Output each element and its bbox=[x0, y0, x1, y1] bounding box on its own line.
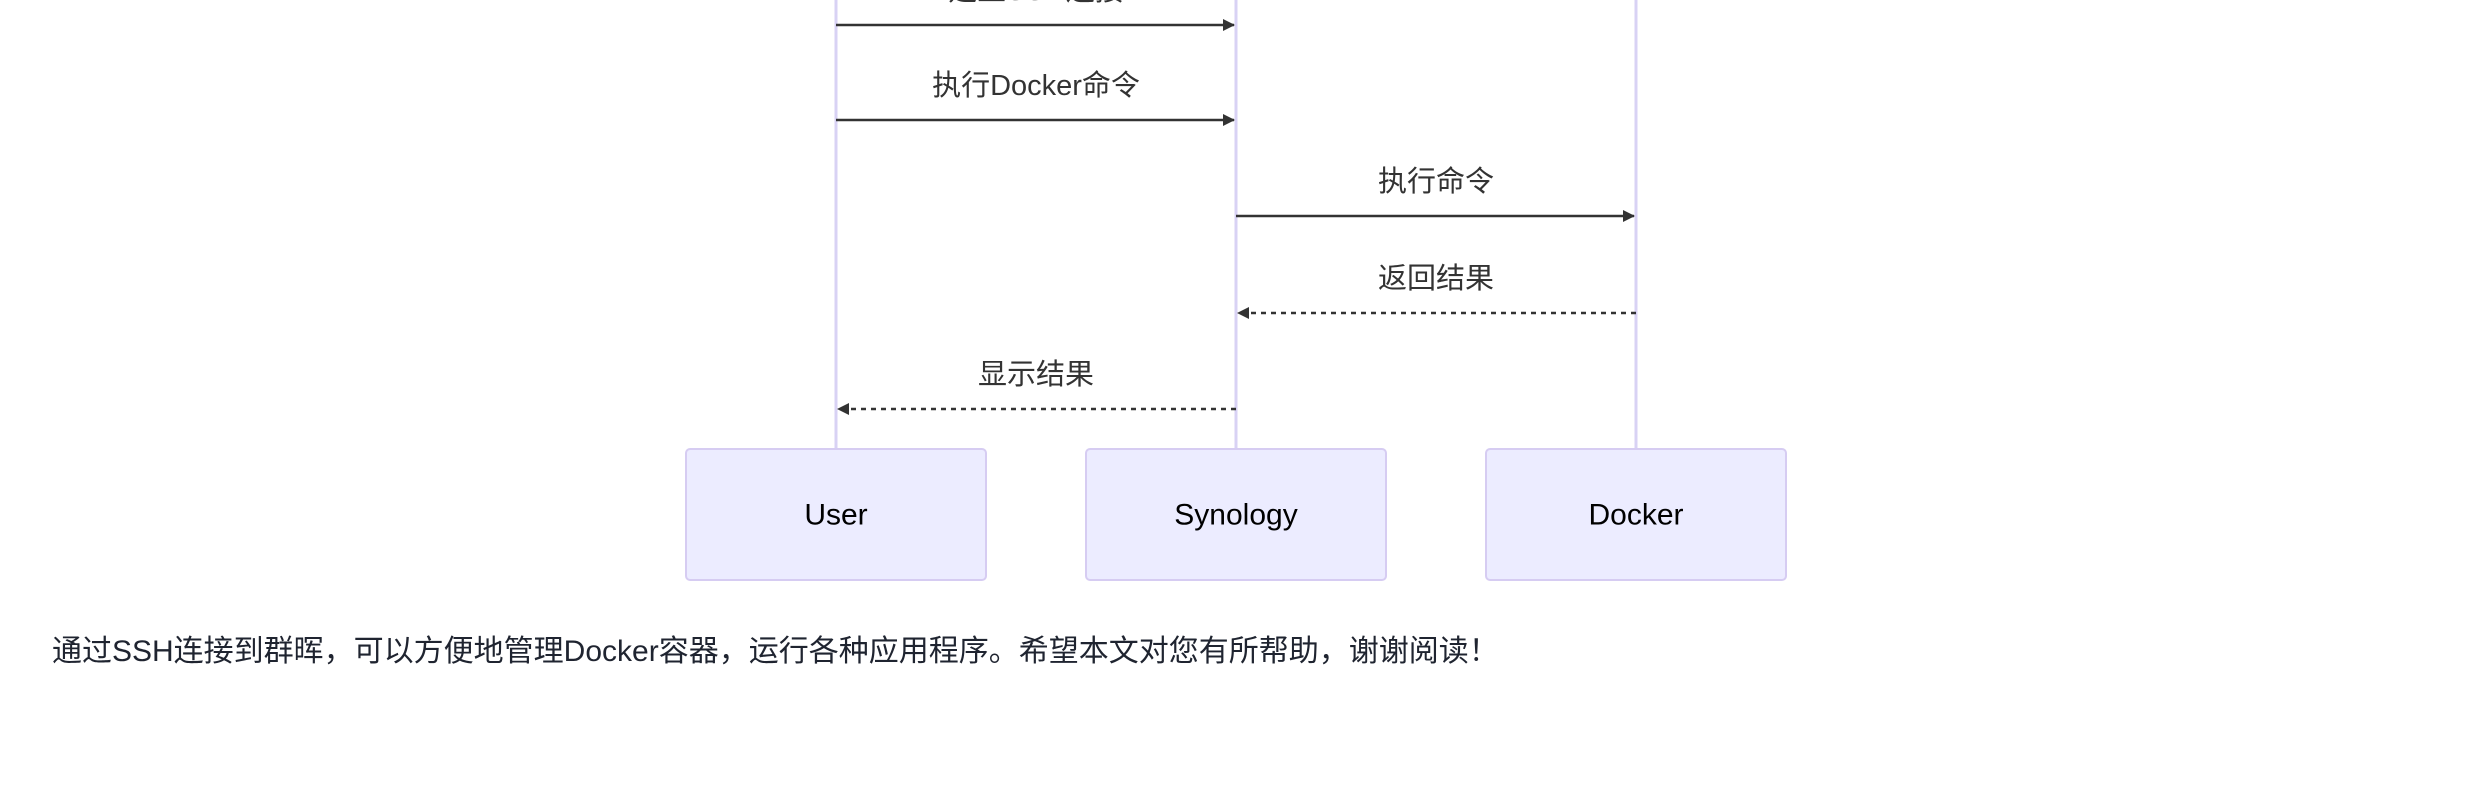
actor-label-synology: Synology bbox=[1174, 499, 1297, 532]
sequence-diagram: 建立SSH连接执行Docker命令执行命令返回结果显示结果 User Synolo… bbox=[685, 0, 1787, 581]
message-label: 显示结果 bbox=[978, 358, 1094, 391]
message-label: 建立SSH连接 bbox=[948, 0, 1124, 7]
actor-label-user: User bbox=[804, 499, 867, 532]
message-label: 返回结果 bbox=[1378, 262, 1494, 295]
caption-text: 通过SSH连接到群晖，可以方便地管理Docker容器，运行各种应用程序。希望本文… bbox=[52, 635, 1499, 668]
message-label: 执行命令 bbox=[1378, 165, 1494, 198]
message-label: 执行Docker命令 bbox=[932, 69, 1140, 102]
actor-label-docker: Docker bbox=[1588, 499, 1683, 532]
